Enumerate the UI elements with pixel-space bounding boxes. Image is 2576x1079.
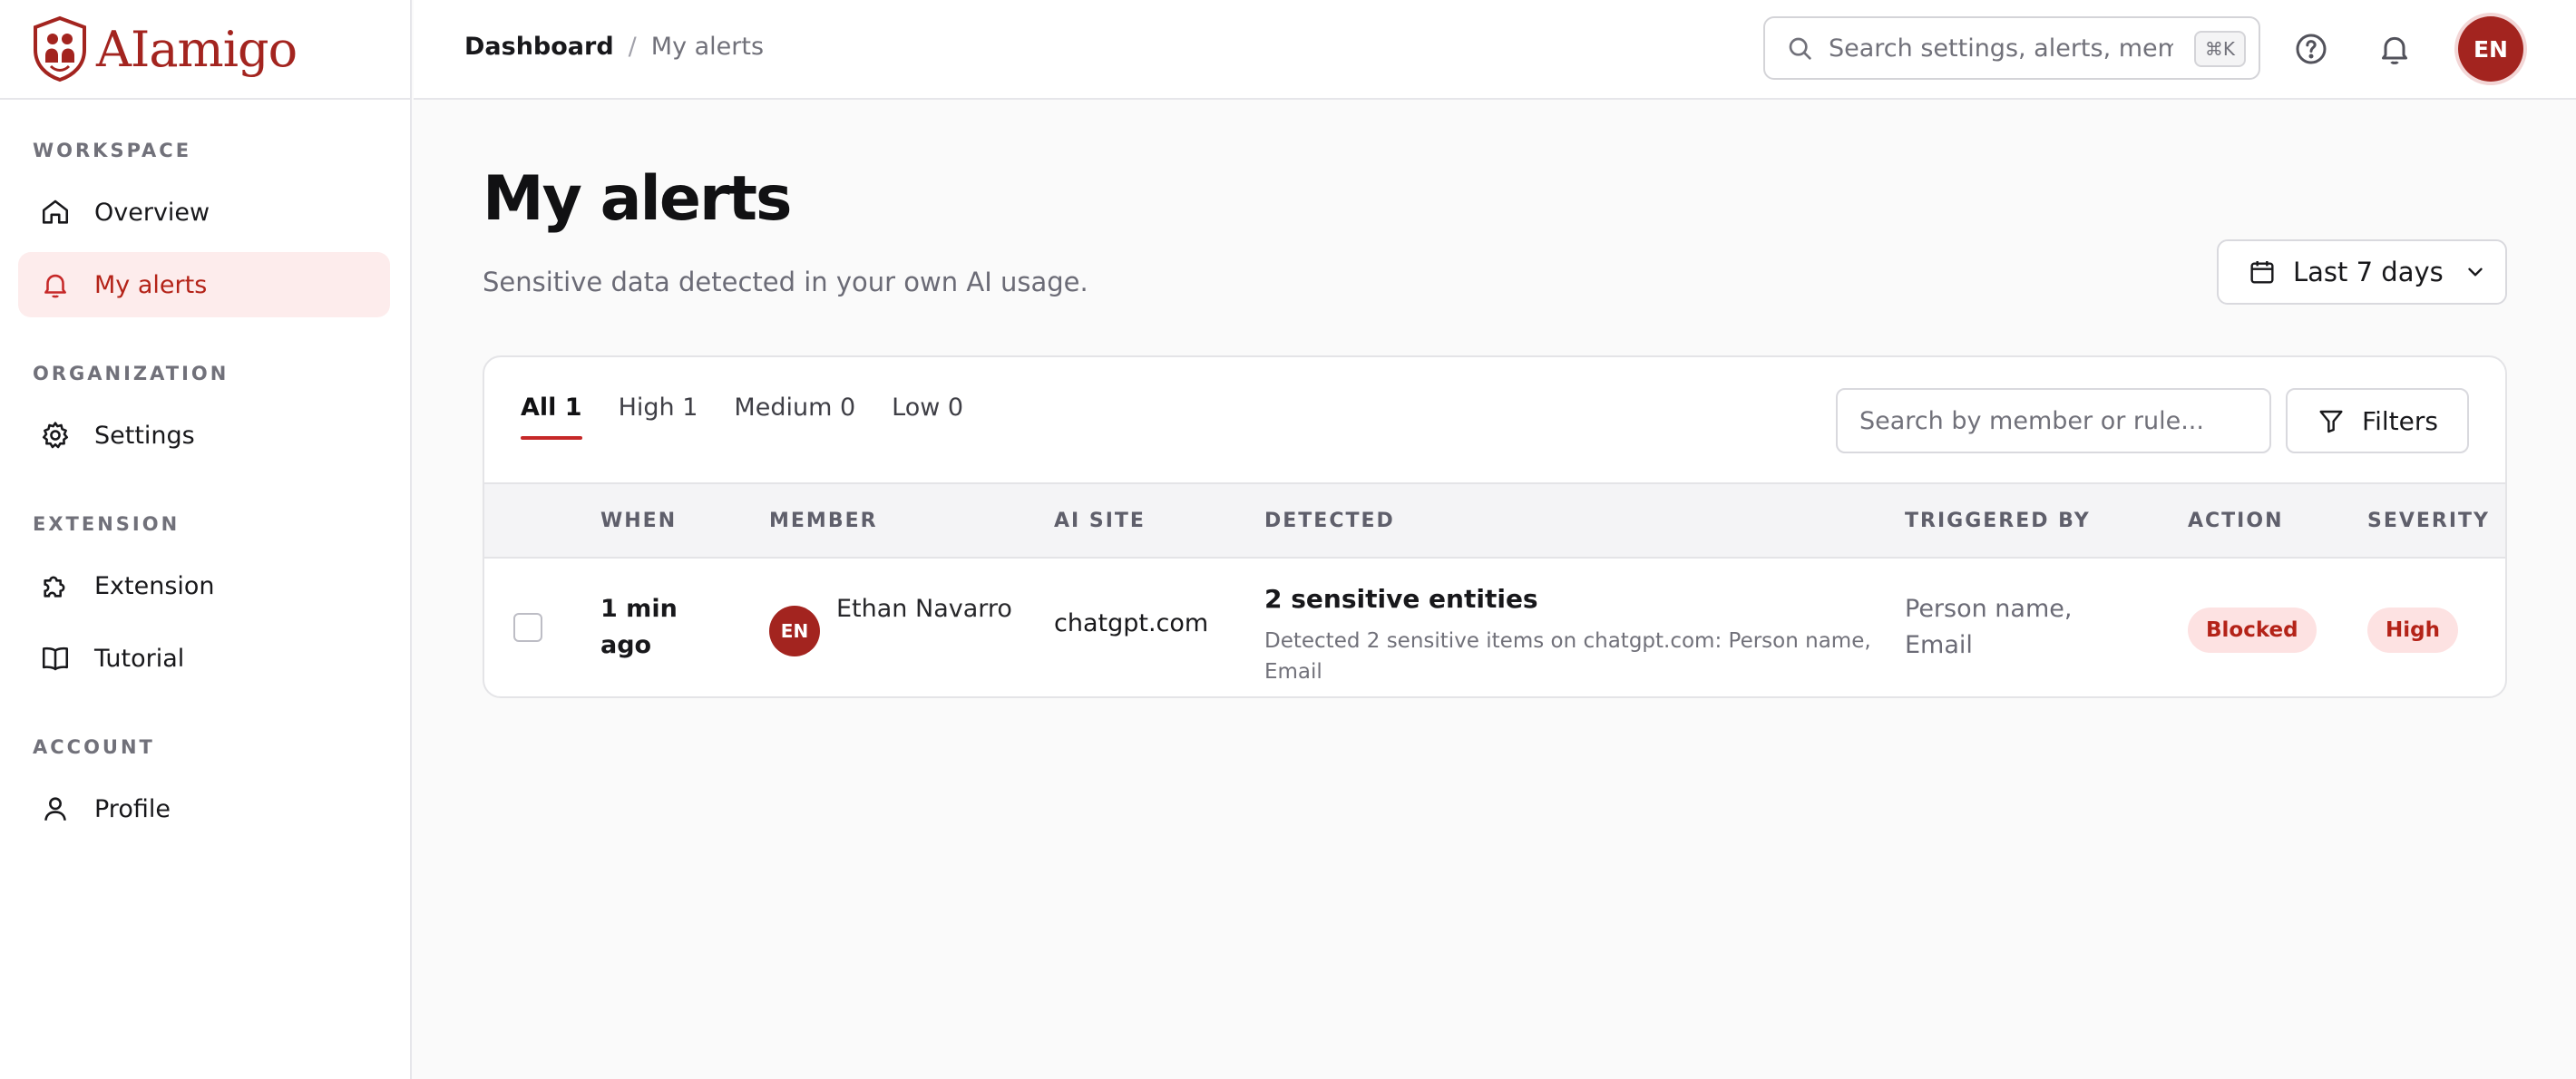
column-member[interactable]: MEMBER: [769, 510, 878, 532]
tab-low[interactable]: Low 0: [892, 394, 963, 440]
date-range-label: Last 7 days: [2293, 257, 2444, 287]
section-workspace: WORKSPACE: [33, 140, 192, 161]
column-action[interactable]: ACTION: [2188, 510, 2283, 532]
action-badge: Blocked: [2188, 608, 2317, 653]
date-range-dropdown[interactable]: Last 7 days: [2217, 239, 2507, 305]
column-detected[interactable]: DETECTED: [1264, 510, 1395, 532]
gear-icon: [42, 422, 69, 449]
alert-triggered-by: Person name, Email: [1905, 595, 2073, 659]
alert-detected-description: Detected 2 sensitive items on chatgpt.co…: [1264, 629, 1871, 684]
sidebar-item-settings[interactable]: Settings: [18, 403, 390, 468]
sidebar-item-label: Settings: [94, 421, 195, 450]
sidebar: AIamigo WORKSPACE Overview My alerts ORG…: [0, 0, 412, 1079]
sidebar-item-profile[interactable]: Profile: [18, 776, 390, 841]
sidebar-item-my-alerts[interactable]: My alerts: [18, 252, 390, 317]
search-icon: [1789, 37, 1811, 60]
user-avatar[interactable]: EN: [2458, 16, 2523, 82]
search-shortcut-badge: ⌘K: [2193, 31, 2246, 67]
alert-ai-site: chatgpt.com: [1054, 609, 1209, 637]
logo[interactable]: AIamigo: [0, 0, 410, 100]
sidebar-item-overview[interactable]: Overview: [18, 180, 390, 245]
section-extension: EXTENSION: [33, 513, 181, 535]
calendar-icon: [2250, 261, 2274, 284]
sidebar-item-extension[interactable]: Extension: [18, 553, 390, 618]
table-header: WHEN MEMBER AI SITE DETECTED TRIGGERED B…: [484, 482, 2505, 559]
alert-detected-title: 2 sensitive entities: [1264, 584, 1538, 614]
severity-badge: High: [2367, 608, 2458, 653]
page-subtitle: Sensitive data detected in your own AI u…: [483, 267, 1088, 297]
top-bar: Dashboard / My alerts ⌘K EN: [414, 0, 2576, 100]
sidebar-item-label: My alerts: [94, 270, 208, 299]
user-icon: [44, 797, 66, 821]
breadcrumb-dashboard[interactable]: Dashboard: [464, 33, 614, 61]
home-icon: [42, 199, 69, 224]
notifications-bell-icon[interactable]: [2376, 31, 2413, 67]
tab-all[interactable]: All 1: [521, 394, 582, 440]
sidebar-item-label: Extension: [94, 571, 215, 600]
filters-label: Filters: [2362, 405, 2438, 436]
shield-logo-icon: [34, 15, 86, 83]
breadcrumb-current: My alerts: [650, 33, 765, 61]
section-account: ACCOUNT: [33, 736, 155, 758]
filters-button[interactable]: Filters: [2286, 388, 2469, 453]
column-severity[interactable]: SEVERITY: [2367, 510, 2490, 532]
page-title: My alerts: [483, 163, 792, 235]
column-triggered-by[interactable]: TRIGGERED BY: [1905, 510, 2091, 532]
section-organization: ORGANIZATION: [33, 363, 229, 384]
alert-when: 1 min ago: [600, 595, 678, 659]
tab-high[interactable]: High 1: [619, 394, 698, 440]
alerts-card: All 1 High 1 Medium 0 Low 0 Filters WHEN…: [483, 355, 2507, 698]
help-icon[interactable]: [2293, 31, 2329, 67]
severity-tabs: All 1 High 1 Medium 0 Low 0: [521, 394, 1000, 440]
book-icon: [42, 646, 69, 671]
tab-medium[interactable]: Medium 0: [734, 394, 855, 440]
row-select-checkbox[interactable]: [513, 613, 542, 642]
puzzle-icon: [44, 576, 65, 598]
alert-member: Ethan Navarro: [836, 595, 1012, 623]
sidebar-item-label: Tutorial: [94, 644, 185, 673]
global-search-input[interactable]: [1829, 34, 2173, 63]
member-rule-search-input[interactable]: [1836, 388, 2271, 453]
global-search[interactable]: ⌘K: [1763, 16, 2260, 80]
column-when[interactable]: WHEN: [600, 510, 677, 532]
filter-icon: [2319, 410, 2343, 433]
member-avatar: EN: [769, 606, 820, 656]
breadcrumb: Dashboard / My alerts: [464, 33, 764, 61]
sidebar-item-label: Overview: [94, 198, 210, 227]
sidebar-item-label: Profile: [94, 794, 171, 823]
table-row[interactable]: 1 min ago EN Ethan Navarro chatgpt.com 2…: [484, 559, 2505, 696]
column-ai-site[interactable]: AI SITE: [1054, 510, 1146, 532]
bell-icon: [44, 274, 66, 298]
chevron-down-icon: [2468, 267, 2483, 277]
sidebar-item-tutorial[interactable]: Tutorial: [18, 626, 390, 691]
breadcrumb-separator: /: [628, 33, 637, 61]
app-name: AIamigo: [96, 20, 298, 78]
